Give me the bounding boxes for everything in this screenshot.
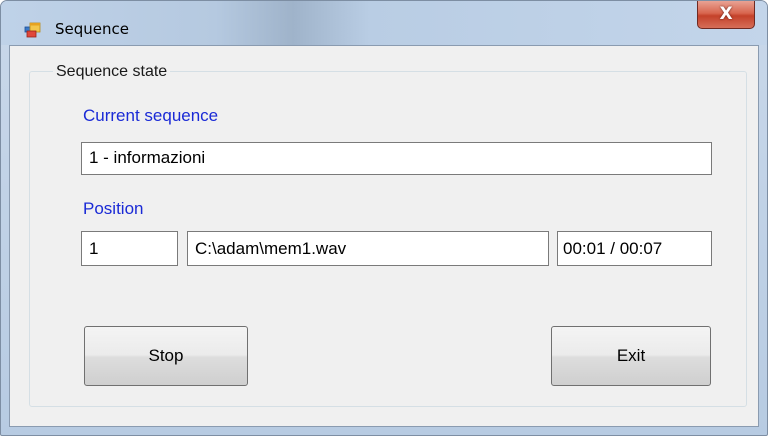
current-sequence-field[interactable]: 1 - informazioni	[81, 142, 712, 175]
close-icon: X	[719, 4, 733, 24]
position-time-field[interactable]: 00:01 / 00:07	[557, 231, 712, 266]
title-bar[interactable]: Sequence	[1, 1, 767, 45]
groupbox-title: Sequence state	[53, 62, 171, 82]
exit-button[interactable]: Exit	[551, 326, 711, 386]
stop-button[interactable]: Stop	[84, 326, 248, 386]
position-label: Position	[83, 199, 144, 218]
position-file-field[interactable]: C:\adam\mem1.wav	[187, 231, 549, 266]
current-sequence-label: Current sequence	[83, 106, 219, 125]
app-window-icon	[24, 22, 41, 38]
position-index-field[interactable]: 1	[81, 231, 178, 266]
window-title: Sequence	[55, 20, 129, 38]
close-button[interactable]: X	[697, 1, 755, 29]
